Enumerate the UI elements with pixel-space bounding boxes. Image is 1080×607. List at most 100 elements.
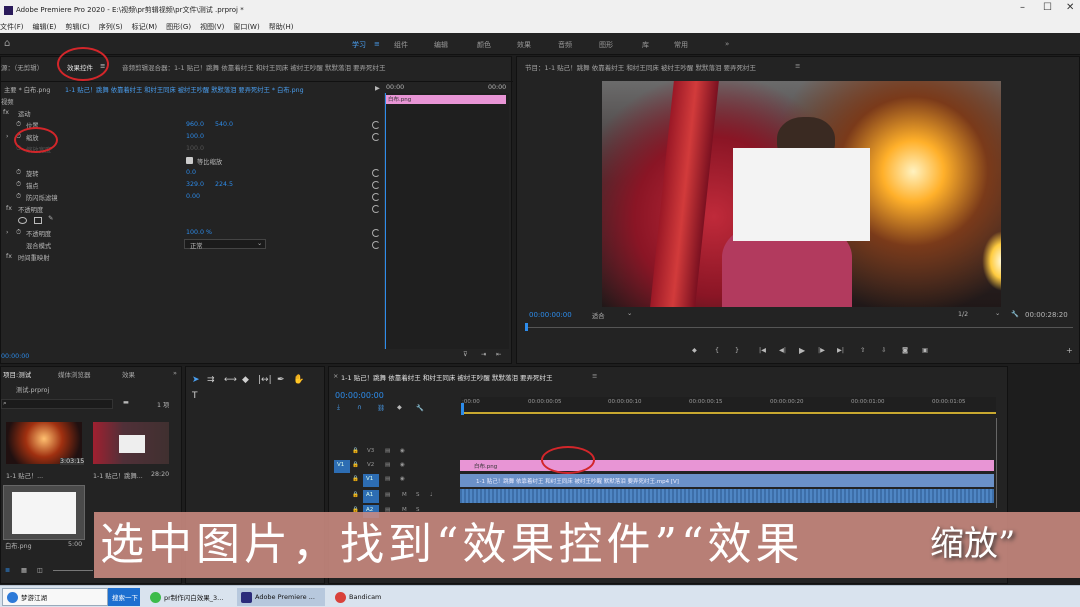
taskbar-search-button[interactable]: 搜索一下 [108,588,140,606]
reset-opacity-icon[interactable] [372,205,380,213]
settings-icon[interactable]: ⇤ [496,351,501,358]
new-bin-icon[interactable]: ▬ [123,399,129,406]
ec-playhead[interactable] [385,93,386,349]
expand-opacity-icon[interactable]: › [6,229,9,236]
lift-icon[interactable]: ⇧ [860,347,865,354]
tab-audio-mixer[interactable]: 音频剪辑混合器：1-1 贴己！跳舞 依靠着纣王 和纣王同床 被纣王吵醒 默默落泪… [122,62,386,72]
clip-white-cloth[interactable]: 白布.png [460,460,994,471]
ripple-edit-tool-icon[interactable]: ⟷ [224,375,237,385]
opacity-value[interactable]: 100.0 % [186,229,212,236]
track-header-a1[interactable]: 🔒 A1 ▤ M S ♩ [330,490,460,504]
wrench-icon[interactable]: 🔧 [1011,310,1019,318]
add-button-icon[interactable]: + [1066,346,1073,355]
quality-select[interactable]: 1/2 [958,311,968,318]
workspace-more-button[interactable]: » [725,40,729,48]
anchor-x[interactable]: 329.0 [186,181,204,188]
anti-flicker-value[interactable]: 0.00 [186,193,200,200]
close-tab-icon[interactable]: × [333,372,338,380]
track-label-v1[interactable]: V1 [363,474,379,487]
project-thumb-sequence[interactable] [93,422,169,464]
filter-icon[interactable]: ⊽ [463,351,468,358]
anchor-y[interactable]: 224.5 [215,181,233,188]
sync-lock-icon[interactable]: ▤ [385,448,390,454]
go-to-out-icon[interactable]: ▶| [837,347,844,354]
blend-mode-select[interactable]: 正常 ⌄ [184,239,266,250]
timeline-timecode[interactable]: 00:00:00:00 [335,391,384,400]
stopwatch-icon[interactable]: ⏱ [16,193,21,201]
pen-mask-icon[interactable]: ✎ [48,215,53,222]
source-patch-v1[interactable]: V1 [334,460,350,473]
rotation-value[interactable]: 0.0 [186,169,196,176]
nest-icon[interactable]: ⤓ [337,404,340,412]
clip-video[interactable]: 1-1 贴己！跳舞 依靠着纣王 和纣王同床 被纣王吵醒 默默落泪 要弄死纣王.m… [460,474,994,487]
stopwatch-icon[interactable]: ⏱ [16,169,21,177]
sync-lock-icon[interactable]: ▤ [385,492,390,498]
stopwatch-icon[interactable]: ⏱ [16,121,21,129]
ec-clip-bar[interactable]: 白布.png [386,95,506,104]
clip-audio-a1[interactable] [460,489,994,503]
lock-icon[interactable]: 🔒 [352,492,359,498]
tab-source[interactable]: 源：（无剪辑） [1,62,43,72]
workspace-assembly[interactable]: 组件 [394,40,408,50]
sync-lock-icon[interactable]: ▤ [385,462,390,468]
mic-icon[interactable]: ♩ [430,492,433,498]
workspace-audio[interactable]: 音频 [558,40,572,50]
track-header-v3[interactable]: 🔒 V3 ▤ ◉ [330,446,460,460]
mark-in-icon[interactable]: { [715,347,719,354]
workspace-graphics[interactable]: 图形 [599,40,613,50]
mute-button[interactable]: M [402,492,407,498]
menu-view[interactable]: 视图(V) [200,22,224,32]
thumb-label-2[interactable]: 1-1 贴己！跳舞... [93,471,143,480]
menu-clip[interactable]: 剪辑(C) [65,22,89,32]
workspace-editing[interactable]: 编辑 [434,40,448,50]
mark-out-icon[interactable]: } [735,347,739,354]
thumb-label-1[interactable]: 1-1 贴己！... [6,471,43,480]
more-panels-icon[interactable]: » [173,369,177,377]
reset-anchor-icon[interactable] [372,181,380,189]
wrench-icon[interactable]: 🔧 [416,404,424,412]
thumb-label-3[interactable]: 白布.png [5,541,32,550]
fit-select[interactable]: 适合 [592,311,605,320]
menu-graphics[interactable]: 图形(G) [166,22,191,32]
menu-edit[interactable]: 编辑(E) [33,22,57,32]
timeline-title[interactable]: 1-1 贴己！跳舞 依靠着纣王 和纣王同床 被纣王吵醒 默默落泪 要弄死纣王 [341,372,553,382]
track-header-v1[interactable]: 🔒 V1 ▤ ◉ [330,474,460,488]
chevron-down-icon[interactable]: ⌄ [995,310,1000,317]
scale-value[interactable]: 100.0 [186,133,204,140]
reset-position-icon[interactable] [372,121,380,129]
menu-window[interactable]: 窗口(W) [233,22,259,32]
work-area-bar[interactable] [461,412,996,414]
type-tool-icon[interactable]: T [192,391,198,401]
reset-blend-icon[interactable] [372,241,380,249]
video-frame[interactable] [602,81,1001,307]
ec-bottom-timecode[interactable]: 00:00:00 [1,353,29,360]
menu-marker[interactable]: 标记(M) [132,22,158,32]
sync-lock-icon[interactable]: ▤ [385,476,390,482]
program-title[interactable]: 节目：1-1 贴己！跳舞 依靠着纣王 和纣王同床 被纣王吵醒 默默落泪 要弄死纣… [525,62,756,72]
menu-sequence[interactable]: 序列(S) [99,22,123,32]
taskbar-premiere[interactable]: Adobe Premiere ... [237,588,325,606]
timeline-vertical-scrollbar[interactable] [996,418,997,508]
track-label-a1[interactable]: A1 [363,490,379,503]
slip-tool-icon[interactable]: |↔| [258,375,272,385]
razor-tool-icon[interactable]: ◆ [242,375,249,385]
add-marker-icon[interactable]: ◆ [692,347,697,354]
reset-rotation-icon[interactable] [372,169,380,177]
workspace-menu-icon[interactable]: ≡ [374,40,380,48]
project-thumb-image[interactable] [3,485,85,540]
workspace-libraries[interactable]: 库 [642,40,649,50]
stopwatch-icon[interactable]: ⏱ [16,229,21,237]
pen-tool-icon[interactable]: ✒ [277,375,285,385]
sequence-clip-label[interactable]: 1-1 贴己！跳舞 依靠着纣王 和纣王同床 被纣王吵醒 默默落泪 要弄死纣王 *… [65,85,304,94]
position-y[interactable]: 540.0 [215,121,233,128]
uniform-scale-checkbox[interactable] [186,157,193,164]
tab-media-browser[interactable]: 媒体浏览器 [58,369,91,379]
solo-button[interactable]: S [416,492,420,498]
go-to-in-icon[interactable]: |◀ [759,347,766,354]
track-header-v2[interactable]: V1 🔒 V2 ▤ ◉ [330,460,460,474]
position-x[interactable]: 960.0 [186,121,204,128]
minimize-button[interactable]: – [1020,2,1025,13]
eye-icon[interactable]: ◉ [400,462,405,468]
workspace-color[interactable]: 颜色 [477,40,491,50]
step-back-icon[interactable]: ◀| [779,347,786,354]
